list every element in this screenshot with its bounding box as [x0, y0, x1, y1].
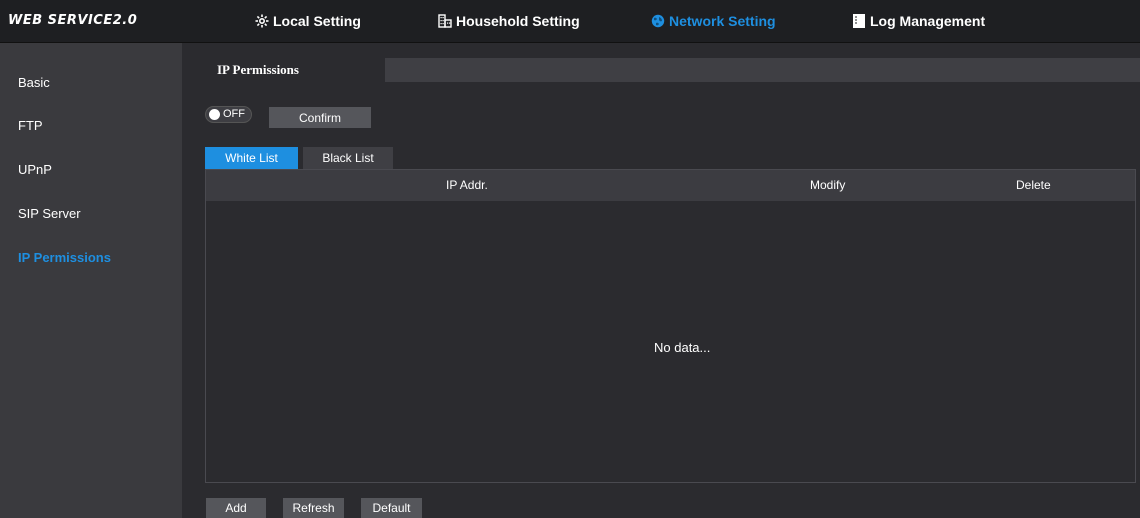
column-delete: Delete — [1016, 178, 1051, 192]
log-icon — [852, 13, 866, 29]
sidebar: Basic FTP UPnP SIP Server IP Permissions — [0, 43, 182, 518]
ip-permission-toggle[interactable]: OFF — [205, 106, 252, 123]
sidebar-item-upnp[interactable]: UPnP — [18, 160, 52, 180]
add-button[interactable]: Add — [206, 498, 266, 518]
column-modify: Modify — [810, 178, 846, 192]
empty-table-message: No data... — [654, 340, 711, 355]
tab-white-list[interactable]: White List — [205, 147, 298, 170]
app-logo: WEB SERVICE2.0 — [8, 13, 138, 28]
nav-label: Local Setting — [273, 13, 361, 29]
nav-label: Household Setting — [456, 13, 580, 29]
tab-black-list[interactable]: Black List — [303, 147, 393, 170]
globe-icon — [651, 14, 665, 28]
nav-log-management[interactable]: Log Management — [852, 0, 985, 42]
gear-icon — [255, 14, 269, 28]
sidebar-item-sip-server[interactable]: SIP Server — [18, 204, 81, 224]
nav-local-setting[interactable]: Local Setting — [255, 0, 361, 42]
building-icon — [438, 14, 452, 28]
top-nav-bar: WEB SERVICE2.0 Local Setting Household S… — [0, 0, 1140, 43]
default-button[interactable]: Default — [361, 498, 422, 518]
toggle-knob — [209, 109, 220, 120]
ip-permissions-table: IP Addr. Modify Delete No data... — [205, 169, 1136, 483]
nav-label: Network Setting — [669, 13, 776, 29]
nav-label: Log Management — [870, 13, 986, 29]
column-ip-addr: IP Addr. — [446, 178, 488, 192]
sidebar-item-ftp[interactable]: FTP — [18, 116, 43, 136]
tab-ip-permissions[interactable]: IP Permissions — [182, 58, 385, 82]
toggle-label: OFF — [223, 108, 245, 120]
table-header: IP Addr. Modify Delete — [206, 170, 1135, 201]
nav-household-setting[interactable]: Household Setting — [438, 0, 580, 42]
nav-network-setting[interactable]: Network Setting — [651, 0, 776, 42]
confirm-button[interactable]: Confirm — [269, 107, 371, 128]
sidebar-item-basic[interactable]: Basic — [18, 73, 50, 93]
refresh-button[interactable]: Refresh — [283, 498, 344, 518]
sidebar-item-ip-permissions[interactable]: IP Permissions — [18, 248, 111, 268]
